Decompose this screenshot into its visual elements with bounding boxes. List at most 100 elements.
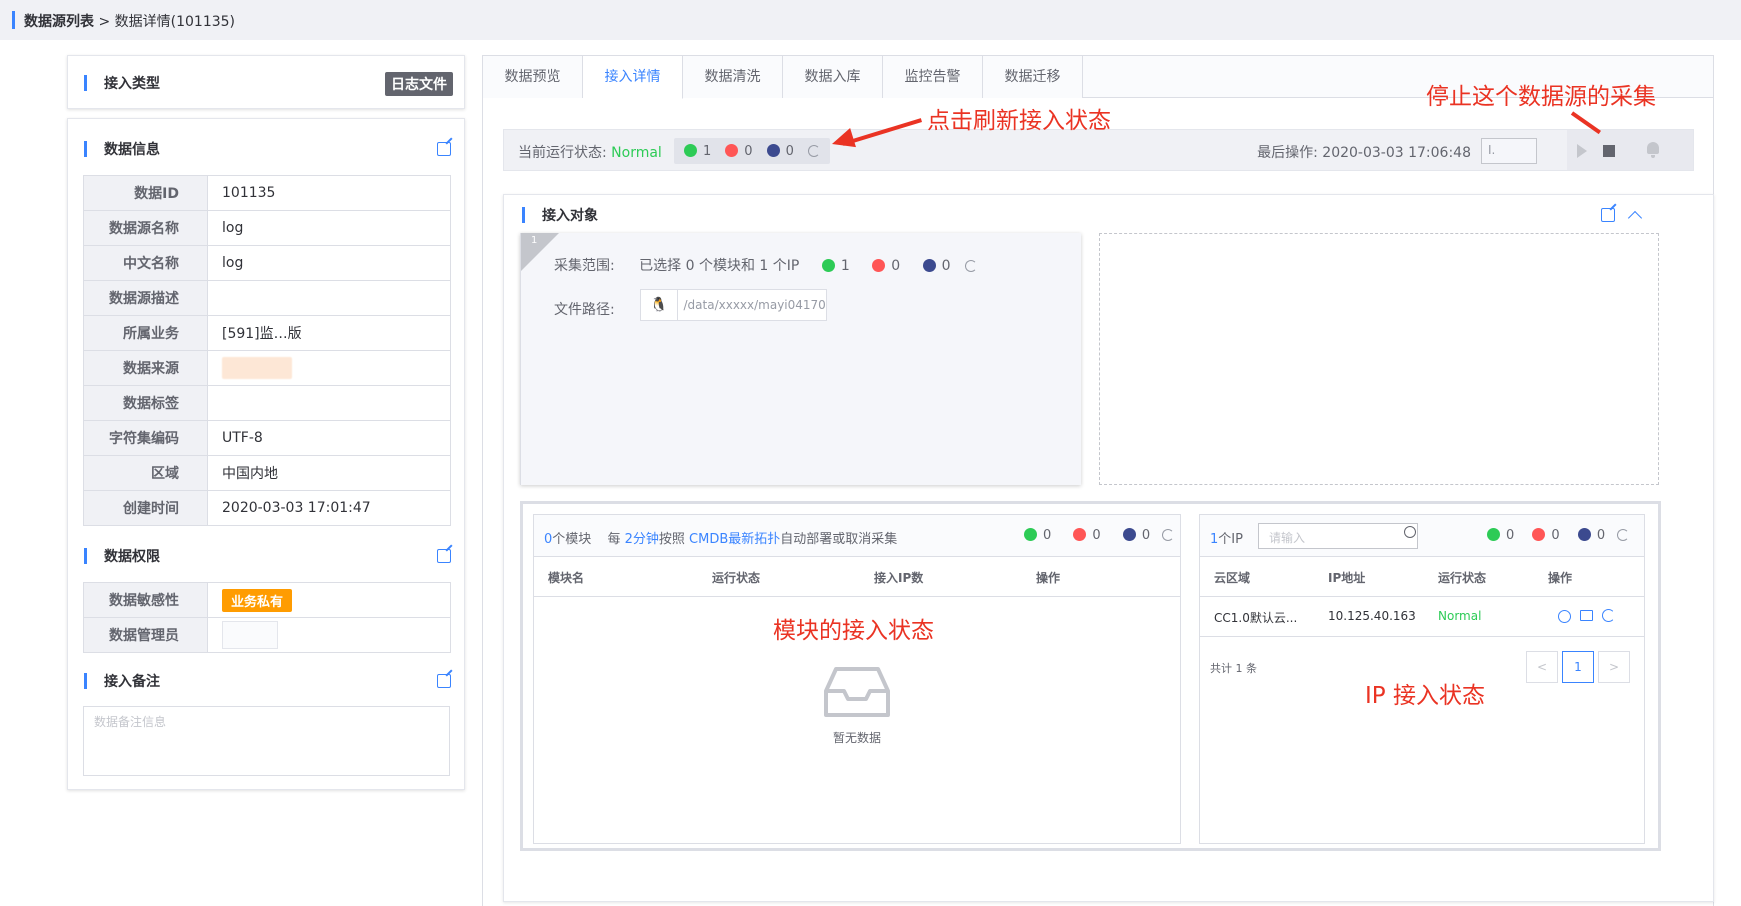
- green-dot-icon: [684, 143, 697, 157]
- collect-controls: [1567, 130, 1693, 170]
- edit-remark-icon[interactable]: [437, 674, 451, 688]
- tab-data-cleaning[interactable]: 数据清洗: [683, 56, 783, 98]
- run-status-value: Normal: [611, 145, 662, 161]
- tab-data-migration[interactable]: 数据迁移: [983, 56, 1083, 98]
- scope-value: 已选择 0 个模块和 1 个IP: [639, 258, 800, 274]
- orange-count-value: 0: [744, 143, 753, 159]
- tab-access-detail[interactable]: 接入详情: [583, 56, 683, 99]
- operator-field[interactable]: I.: [1481, 138, 1537, 164]
- remark-field[interactable]: 数据备注信息: [83, 706, 450, 776]
- access-object-card: 接入对象 1 采集范围: 已选择 0 个模块和 1 个IP 1 0 0 文件路径…: [503, 194, 1714, 902]
- orange-dot-icon: [872, 259, 886, 272]
- prev-page-button[interactable]: <: [1526, 651, 1558, 683]
- info-key: 所属业务: [83, 315, 208, 351]
- search-icon[interactable]: [1404, 526, 1416, 538]
- breadcrumb-current: 数据详情(101135): [114, 14, 236, 30]
- info-key: 创建时间: [83, 490, 208, 526]
- info-value: UTF-8: [207, 420, 451, 456]
- col-ip-operation: 操作: [1548, 571, 1573, 585]
- access-object-item: 1 采集范围: 已选择 0 个模块和 1 个IP 1 0 0 文件路径: 🐧 /…: [520, 233, 1081, 485]
- module-desc-pre: 每: [607, 532, 621, 547]
- info-key: 中文名称: [83, 245, 208, 281]
- remark-title: 接入备注: [84, 671, 160, 691]
- retry-icon[interactable]: [1602, 609, 1615, 622]
- status-counts: 1 0 0: [674, 138, 830, 164]
- last-op-time: 2020-03-03 17:06:48: [1322, 145, 1471, 161]
- ip-search-input[interactable]: 请输入: [1258, 523, 1418, 549]
- add-object-area[interactable]: [1099, 233, 1659, 485]
- refresh-module-icon[interactable]: [1162, 529, 1175, 541]
- data-permission-table: 数据敏感性 业务私有 数据管理员: [83, 582, 451, 653]
- scope-green-count: 1: [840, 258, 850, 274]
- file-path-field[interactable]: 🐧 /data/xxxxx/mayi041705: [640, 289, 827, 321]
- refresh-ip-icon[interactable]: [1617, 529, 1630, 541]
- refresh-status-icon[interactable]: [807, 145, 820, 157]
- module-table-header: 模块名 运行状态 接入IP数 操作: [534, 557, 1180, 597]
- table-row: CC1.0默认云... 10.125.40.163 Normal: [1200, 597, 1644, 637]
- start-collect-icon[interactable]: [1577, 144, 1587, 158]
- ip-green: 0: [1506, 528, 1515, 543]
- refresh-scope-icon[interactable]: [964, 260, 977, 272]
- module-status-panel: 0个模块 每 2分钟按照 CMDB最新拓扑自动部署或取消采集 0 0 0 模块名…: [533, 514, 1181, 844]
- scope-blue-count: 0: [941, 258, 951, 274]
- run-status-caption: 当前运行状态:: [518, 145, 607, 161]
- breadcrumb-parent-link[interactable]: 数据源列表: [24, 14, 94, 30]
- orange-count: 0: [725, 143, 753, 159]
- log-detail-icon[interactable]: [1580, 610, 1593, 621]
- table-row: 区域 中国内地: [83, 455, 451, 491]
- col-ip-run-status: 运行状态: [1438, 571, 1487, 585]
- module-desc-post: 自动部署或取消采集: [780, 532, 898, 547]
- table-row: 数据管理员: [83, 617, 451, 653]
- ip-search-icon-wrap: [1400, 524, 1420, 550]
- info-key: 数据ID: [83, 175, 208, 211]
- ip-count-suffix: 个IP: [1218, 532, 1243, 547]
- annotation-ip: IP 接入状态: [1365, 683, 1485, 709]
- module-interval: 2分钟: [624, 532, 659, 547]
- table-row: 数据ID 101135: [83, 175, 451, 211]
- breadcrumb-accent: [12, 11, 15, 29]
- permission-key: 数据管理员: [83, 617, 208, 653]
- history-icon[interactable]: [1558, 610, 1571, 623]
- info-value: [591]监…版: [207, 315, 451, 351]
- scope-row: 采集范围: 已选择 0 个模块和 1 个IP 1 0 0: [554, 255, 977, 275]
- cmdb-topology-link[interactable]: CMDB最新拓扑: [689, 532, 780, 547]
- path-label: 文件路径:: [554, 302, 615, 318]
- edit-data-permission-icon[interactable]: [437, 549, 451, 563]
- module-count-suffix: 个模块: [552, 532, 592, 547]
- ip-row-status: Normal: [1438, 609, 1482, 623]
- scope-orange-count: 0: [891, 258, 901, 274]
- info-value: log: [207, 210, 451, 246]
- ip-row-cloud: CC1.0默认云...: [1214, 611, 1298, 625]
- table-row: 数据源描述: [83, 280, 451, 316]
- orange-dot-icon: [725, 143, 739, 157]
- stop-collect-icon[interactable]: [1603, 145, 1615, 157]
- manager-avatar: [222, 621, 278, 649]
- page-1-button[interactable]: 1: [1562, 651, 1594, 683]
- info-value: 中国内地: [207, 455, 451, 491]
- module-desc-mid: 按照: [658, 532, 685, 547]
- edit-data-info-icon[interactable]: [437, 142, 451, 156]
- tab-monitor-alert[interactable]: 监控告警: [883, 56, 983, 98]
- info-key: 数据标签: [83, 385, 208, 421]
- ip-panel-header: 1个IP 请输入 0 0 0: [1200, 515, 1644, 557]
- green-dot-icon: [1024, 528, 1037, 541]
- green-count-value: 1: [703, 143, 712, 159]
- blue-dot-icon: [1122, 528, 1136, 541]
- info-value: log: [207, 245, 451, 281]
- next-page-button[interactable]: >: [1598, 651, 1630, 683]
- tab-data-storage[interactable]: 数据入库: [783, 56, 883, 98]
- last-op-label: 最后操作:: [1257, 145, 1318, 161]
- blue-count: 0: [766, 143, 794, 159]
- info-value: [207, 350, 451, 386]
- ip-table-header: 云区域 IP地址 运行状态 操作: [1200, 557, 1644, 597]
- module-counts: 0 0 0: [1024, 528, 1175, 543]
- tab-data-preview[interactable]: 数据预览: [483, 56, 583, 98]
- info-key: 区域: [83, 455, 208, 491]
- edit-access-object-icon[interactable]: [1601, 208, 1615, 222]
- table-row: 字符集编码 UTF-8: [83, 420, 451, 456]
- access-type-tag: 日志文件: [385, 72, 453, 96]
- empty-inbox-icon: [824, 667, 890, 717]
- scope-green: 1: [821, 258, 850, 274]
- collapse-icon[interactable]: [1627, 210, 1643, 226]
- alert-bell-icon[interactable]: [1647, 142, 1659, 158]
